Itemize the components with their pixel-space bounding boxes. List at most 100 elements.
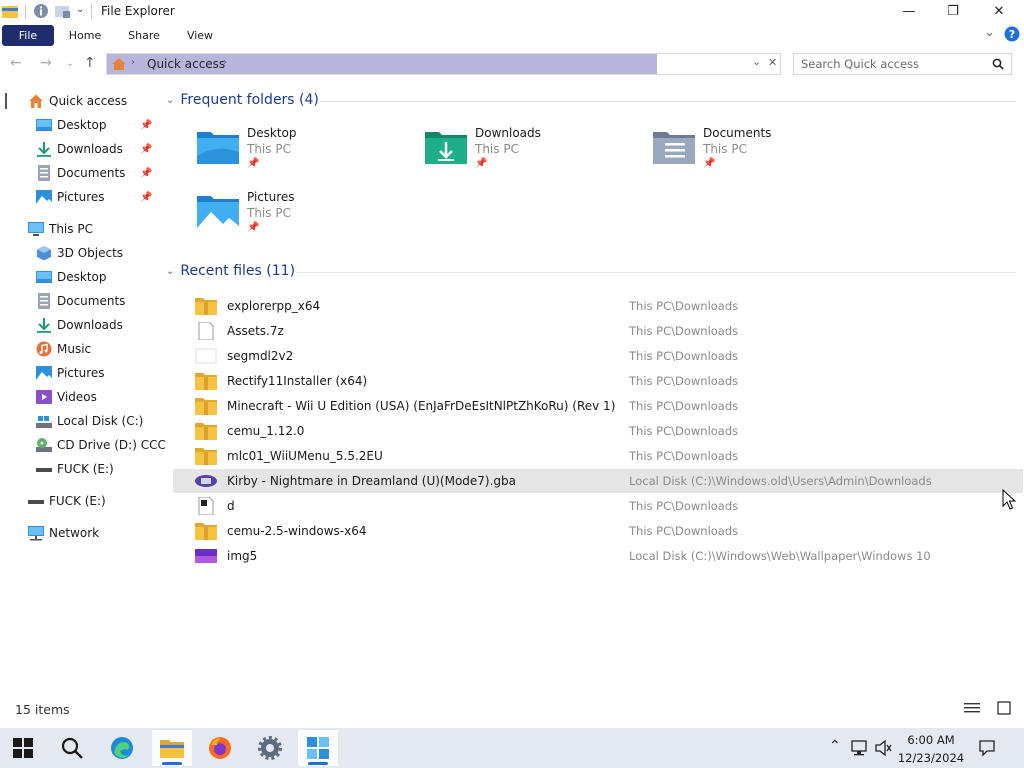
close-button[interactable]: ✕ — [976, 0, 1022, 22]
frequent-folder-documents[interactable]: Documents This PC 📌 — [653, 126, 873, 182]
tab-share[interactable]: Share — [122, 25, 166, 46]
maximize-button[interactable]: ❐ — [930, 0, 976, 22]
clock-date[interactable]: 12/23/2024 — [896, 751, 966, 765]
frequent-folders-header[interactable]: ⌄ Frequent folders (4) — [166, 92, 319, 108]
search-icon — [61, 737, 83, 759]
collapse-chevron-icon[interactable]: ⌄ — [166, 95, 174, 106]
recent-files-header[interactable]: ⌄ Recent files (11) — [166, 263, 295, 279]
title-divider — [91, 4, 92, 19]
tab-file[interactable]: File — [2, 25, 54, 46]
file-icon — [198, 322, 214, 340]
forward-arrow-icon[interactable]: → — [40, 55, 52, 71]
ribbon-expand-icon[interactable]: ⌄ — [984, 25, 995, 40]
clock-time[interactable]: 6:00 AM — [896, 733, 966, 747]
documents-icon — [38, 165, 50, 181]
sidebar-item-quick-access[interactable]: Quick access — [0, 90, 160, 112]
frequent-folder-downloads[interactable]: Downloads This PC 📌 — [425, 126, 645, 182]
sidebar-item-local-disk-c[interactable]: Local Disk (C:) — [0, 410, 160, 432]
file-path: Local Disk (C:)\Windows\Web\Wallpaper\Wi… — [629, 549, 931, 563]
recent-file-row[interactable]: explorerpp_x64 This PC\Downloads — [173, 294, 1023, 318]
large-icons-view-icon[interactable] — [997, 701, 1011, 715]
sidebar-item-videos[interactable]: Videos — [0, 386, 160, 408]
sidebar-item-usb-e-root[interactable]: FUCK (E:) — [0, 490, 160, 512]
address-dropdown-icon[interactable]: ⌄ — [752, 55, 761, 68]
start-button[interactable] — [3, 730, 43, 766]
windows-logo-icon — [13, 738, 33, 758]
recent-file-row[interactable]: cemu_1.12.0 This PC\Downloads — [173, 419, 1023, 443]
file-name: segmdl2v2 — [227, 349, 294, 363]
sidebar-item-network[interactable]: Network — [0, 522, 160, 544]
app-window-icon — [307, 737, 329, 759]
network-status-icon[interactable] — [851, 740, 869, 756]
sidebar-item-usb-e[interactable]: FUCK (E:) — [0, 458, 160, 480]
sidebar-item-documents[interactable]: Documents — [0, 290, 160, 312]
sidebar-item-3d-objects[interactable]: 3D Objects — [0, 242, 160, 264]
recent-file-row[interactable]: img5 Local Disk (C:)\Windows\Web\Wallpap… — [173, 544, 1023, 568]
sidebar-item-downloads-pinned[interactable]: Downloads 📌 — [0, 138, 160, 160]
taskbar-app[interactable] — [298, 730, 338, 766]
recent-file-row[interactable]: mlc01_WiiUMenu_5.5.2EU This PC\Downloads — [173, 444, 1023, 468]
recent-locations-icon[interactable]: ⌄ — [66, 58, 74, 69]
sidebar-item-label: This PC — [49, 222, 93, 236]
collapse-chevron-icon[interactable]: ⌄ — [166, 266, 174, 277]
sidebar-item-pictures-pinned[interactable]: Pictures 📌 — [0, 186, 160, 208]
details-view-icon[interactable] — [964, 702, 980, 714]
file-path: This PC\Downloads — [629, 299, 739, 313]
file-path: This PC\Downloads — [629, 424, 739, 438]
recent-file-row[interactable]: d This PC\Downloads — [173, 494, 1023, 518]
taskbar-search-button[interactable] — [52, 730, 92, 766]
customize-toolbar-icon[interactable]: ⌄ — [76, 4, 84, 15]
sidebar-item-label: Music — [57, 342, 92, 356]
sidebar-item-downloads[interactable]: Downloads — [0, 314, 160, 336]
sidebar-item-desktop-pinned[interactable]: Desktop 📌 — [0, 114, 160, 136]
new-folder-icon[interactable] — [55, 3, 71, 19]
folder-name: Pictures — [247, 190, 295, 204]
zip-folder-icon — [195, 523, 217, 540]
show-hidden-icons-icon[interactable]: ⌃ — [829, 738, 841, 754]
sidebar-item-label: Desktop — [57, 118, 107, 132]
search-input[interactable]: Search Quick access — [793, 53, 1012, 75]
sidebar-item-cd-drive-d[interactable]: CD Drive (D:) CCC — [0, 434, 166, 456]
tab-view[interactable]: View — [178, 25, 222, 46]
recent-file-row[interactable]: cemu-2.5-windows-x64 This PC\Downloads — [173, 519, 1023, 543]
file-path: This PC\Downloads — [629, 524, 739, 538]
recent-file-row-selected[interactable]: Kirby - Nightmare in Dreamland (U)(Mode7… — [173, 469, 1023, 493]
recent-file-row[interactable]: segmdl2v2 This PC\Downloads — [173, 344, 1023, 368]
sidebar-item-documents-pinned[interactable]: Documents 📌 — [0, 162, 160, 184]
up-arrow-icon[interactable]: ↑ — [84, 55, 96, 71]
breadcrumb-quick-access[interactable]: Quick access — [147, 57, 225, 71]
minimize-button[interactable]: — — [886, 0, 932, 22]
clear-address-icon[interactable]: ✕ — [768, 56, 777, 69]
title-divider — [25, 4, 26, 19]
folder-location: This PC — [247, 142, 291, 156]
frequent-folder-pictures[interactable]: Pictures This PC 📌 — [197, 190, 417, 246]
folder-name: Downloads — [475, 126, 541, 140]
notifications-icon[interactable] — [978, 739, 996, 757]
taskbar-settings[interactable] — [250, 730, 290, 766]
usb-drive-icon — [36, 468, 52, 472]
volume-icon[interactable] — [875, 740, 893, 756]
search-icon[interactable] — [992, 58, 1004, 70]
taskbar-edge[interactable] — [102, 730, 142, 766]
breadcrumb-chevron-icon[interactable]: › — [223, 57, 227, 68]
frequent-folder-desktop[interactable]: Desktop This PC 📌 — [197, 126, 417, 182]
tab-home[interactable]: Home — [63, 25, 107, 46]
sidebar-item-pictures[interactable]: Pictures — [0, 362, 160, 384]
sidebar-item-music[interactable]: Music — [0, 338, 160, 360]
taskbar-firefox[interactable] — [200, 730, 240, 766]
sidebar-item-this-pc[interactable]: This PC — [0, 218, 160, 240]
folder-name: Desktop — [247, 126, 297, 140]
recent-file-row[interactable]: Rectify11Installer (x64) This PC\Downloa… — [173, 369, 1023, 393]
help-icon[interactable]: ? — [1004, 26, 1020, 42]
sidebar-item-desktop[interactable]: Desktop — [0, 266, 160, 288]
home-icon — [112, 58, 126, 70]
image-file-icon — [195, 549, 217, 563]
pin-icon: 📌 — [247, 158, 260, 169]
properties-icon[interactable] — [33, 3, 49, 19]
recent-file-row[interactable]: Assets.7z This PC\Downloads — [173, 319, 1023, 343]
recent-file-row[interactable]: Minecraft - Wii U Edition (USA) (EnJaFrD… — [173, 394, 1023, 418]
gear-icon — [258, 736, 282, 760]
back-arrow-icon[interactable]: ← — [10, 55, 22, 71]
address-bar[interactable]: › Quick access › ⌄ ✕ — [106, 53, 781, 75]
taskbar-file-explorer[interactable] — [152, 730, 192, 766]
